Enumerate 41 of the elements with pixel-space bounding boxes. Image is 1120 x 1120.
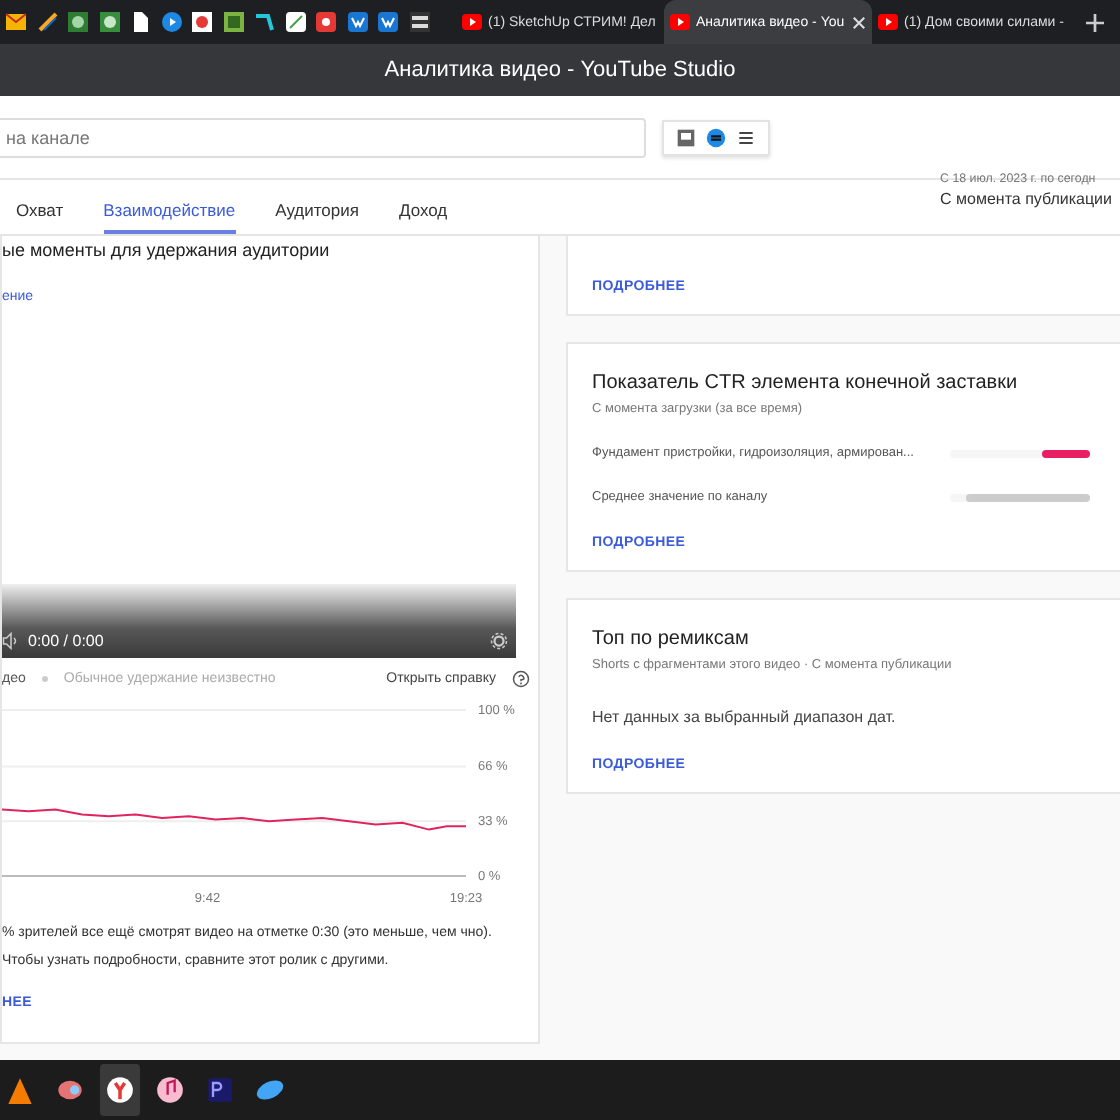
app-icon[interactable] <box>706 127 726 147</box>
app-icon[interactable] <box>407 10 431 34</box>
photo-icon[interactable] <box>66 10 90 34</box>
photo-icon[interactable] <box>97 10 121 34</box>
bird-icon[interactable] <box>56 1076 84 1104</box>
youtube-icon <box>878 14 898 30</box>
card-heading: ые моменты для удержания аудитории <box>2 240 332 260</box>
cone-icon[interactable] <box>6 1076 34 1104</box>
document-icon[interactable] <box>128 10 152 34</box>
menu-icon[interactable] <box>736 127 756 147</box>
app-icon[interactable] <box>314 10 338 34</box>
nav-tab[interactable]: Доход <box>398 190 448 234</box>
nav-tab[interactable]: Охват <box>16 190 64 234</box>
taskbar-button[interactable] <box>100 1064 140 1116</box>
time-label: 0:00 / 0:00 <box>28 632 104 650</box>
nav-tab[interactable]: Аудитория <box>275 190 359 234</box>
mail-icon[interactable] <box>4 10 28 34</box>
volume-icon[interactable] <box>2 632 20 650</box>
settings-icon[interactable] <box>490 632 508 650</box>
pencil-icon[interactable] <box>35 10 59 34</box>
legend-dot <box>41 676 48 682</box>
play-icon[interactable] <box>159 10 183 34</box>
window-title: Аналитика видео - YouTube Studio <box>0 44 1120 96</box>
youtube-icon <box>670 14 690 30</box>
grid-icon[interactable] <box>221 10 245 34</box>
empty-message: Нет данных за выбранный диапазон дат. <box>592 708 898 726</box>
plus-icon[interactable] <box>1086 13 1104 31</box>
period-label[interactable]: С момента публикации <box>940 190 1120 208</box>
music-icon[interactable] <box>156 1076 184 1104</box>
card-title: Показатель CTR элемента конечной заставки <box>592 372 1020 394</box>
close-icon[interactable] <box>852 15 866 29</box>
youtube-icon <box>462 14 482 30</box>
card-title: Топ по ремиксам <box>592 628 751 650</box>
disc-icon[interactable] <box>256 1076 284 1104</box>
frame-icon[interactable] <box>676 127 696 147</box>
app-icon[interactable] <box>283 10 307 34</box>
browser-icon[interactable] <box>106 1076 134 1104</box>
help-icon[interactable] <box>512 670 530 688</box>
target-icon[interactable] <box>190 10 214 34</box>
video-editor-icon[interactable] <box>206 1076 234 1104</box>
search-field[interactable]: на канале <box>0 117 646 157</box>
